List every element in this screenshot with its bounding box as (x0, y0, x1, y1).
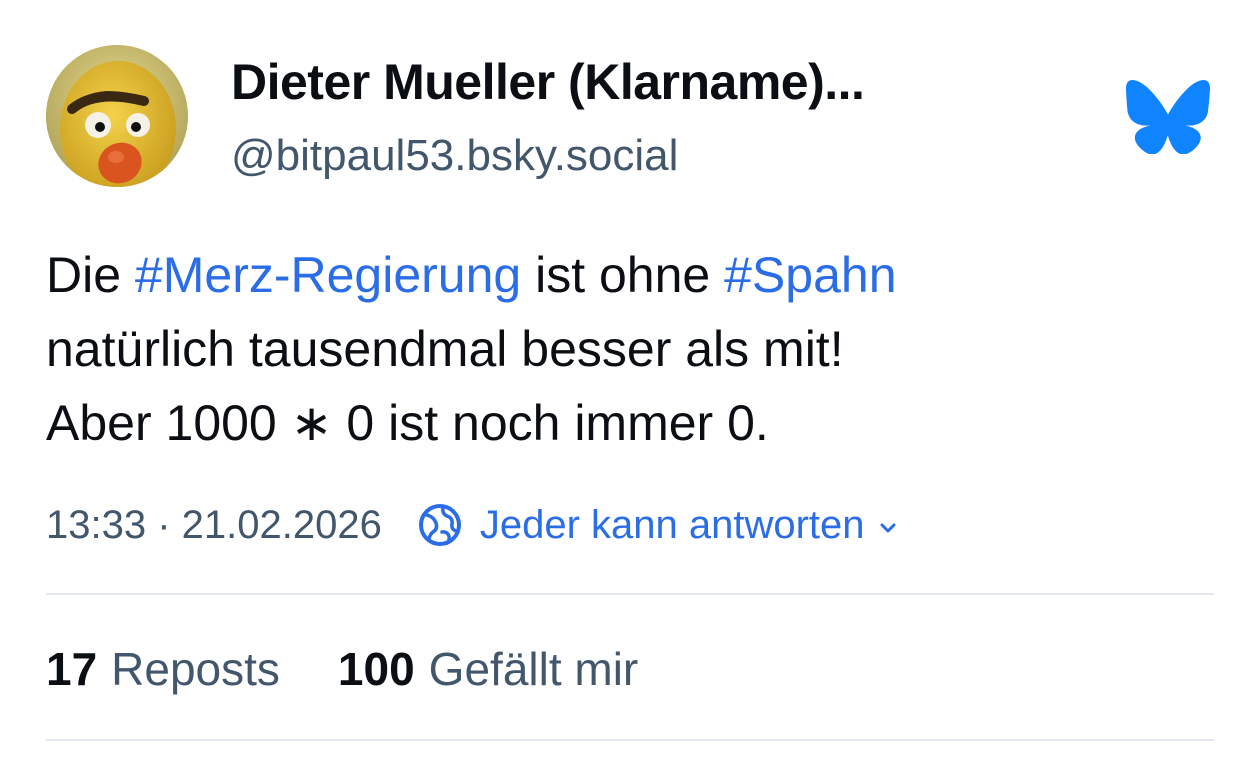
puppet-avatar-image (46, 45, 188, 187)
divider (46, 739, 1214, 741)
author-display-name[interactable]: Dieter Mueller (Klarname)... (231, 52, 865, 112)
post-text-segment: ist ohne (521, 247, 725, 303)
chevron-down-icon (880, 523, 896, 533)
reply-setting-label: Jeder kann antworten (479, 502, 865, 547)
reply-setting-button[interactable]: Jeder kann antworten (416, 501, 899, 549)
divider (46, 593, 1214, 595)
post-stats: 17 Reposts 100 Gefällt mir (46, 640, 638, 698)
post-text-line-3: Aber 1000 ∗ 0 ist noch immer 0. (46, 395, 769, 451)
author-handle[interactable]: @bitpaul53.bsky.social (231, 128, 678, 184)
post-detail: Dieter Mueller (Klarname)... @bitpaul53.… (0, 0, 1257, 758)
likes-count: 100 (337, 643, 415, 695)
post-meta: 13:33 · 21.02.2026 Jeder kann antworten (46, 498, 899, 552)
hashtag-spahn[interactable]: #Spahn (724, 247, 896, 303)
author-avatar[interactable] (46, 45, 188, 187)
likes-stat[interactable]: 100 Gefällt mir (338, 640, 638, 698)
reposts-label: Reposts (111, 643, 280, 695)
reposts-stat[interactable]: 17 Reposts (46, 640, 280, 698)
post-timestamp[interactable]: 13:33 · 21.02.2026 (46, 503, 382, 548)
post-text-segment: Die (46, 247, 135, 303)
likes-label: Gefällt mir (428, 643, 639, 695)
post-text-line-1: Die #Merz-Regierung ist ohne #Spahn (46, 238, 1216, 312)
post-text: Die #Merz-Regierung ist ohne #Spahn natü… (46, 238, 1216, 460)
globe-icon (418, 504, 461, 546)
hashtag-merz-regierung[interactable]: #Merz-Regierung (135, 247, 521, 303)
bluesky-butterfly-icon[interactable] (1126, 80, 1210, 154)
post-text-line-2: natürlich tausendmal besser als mit! (46, 321, 844, 377)
reposts-count: 17 (46, 643, 98, 695)
